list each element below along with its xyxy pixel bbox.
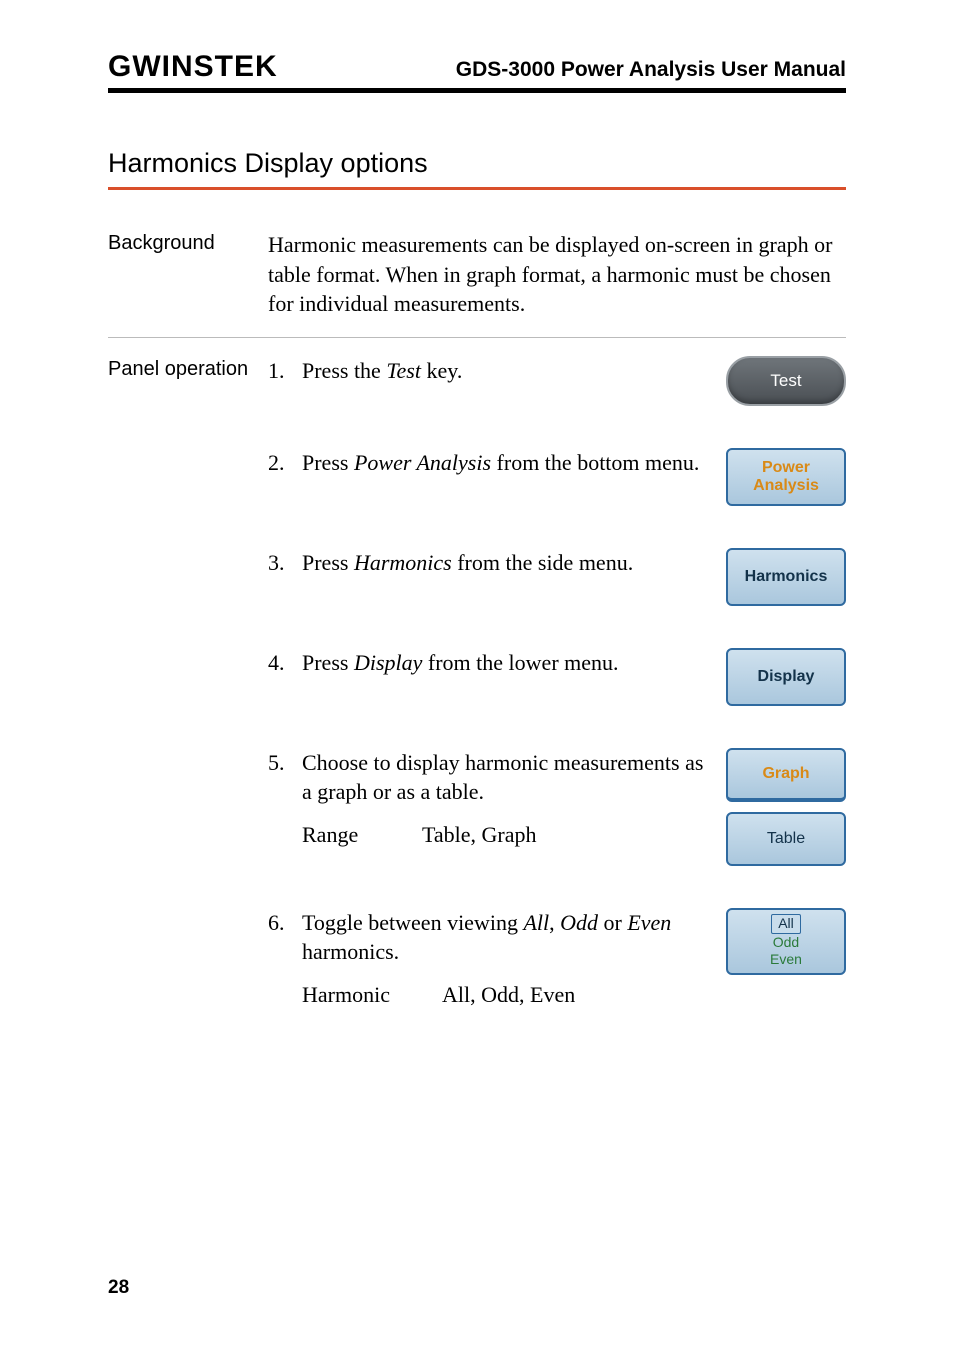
softkey-line: Table	[767, 830, 805, 848]
step-1: 1. Press the Test key. Test	[268, 356, 846, 406]
background-text: Harmonic measurements can be displayed o…	[268, 230, 846, 319]
softkey-line: Harmonics	[745, 568, 828, 586]
text-fragment: Toggle between viewing	[302, 910, 523, 935]
step-text: Press Harmonics from the side menu.	[302, 548, 718, 577]
panel-operation-content: 1. Press the Test key. Test 2. Press Pow…	[268, 356, 846, 1019]
emphasis: All	[523, 910, 549, 935]
range-label: Harmonic	[302, 980, 412, 1009]
step-text: Press Display from the lower menu.	[302, 648, 718, 677]
text-fragment: Choose to display harmonic measurements …	[302, 750, 703, 804]
emphasis: Power Analysis	[354, 450, 491, 475]
softkey-line: Analysis	[753, 477, 819, 495]
range-row: Harmonic All, Odd, Even	[302, 980, 706, 1009]
test-key-icon: Test	[726, 356, 846, 406]
step-6: 6. Toggle between viewing All, Odd or Ev…	[268, 908, 846, 1009]
page-header: GWINSTEK GDS-3000 Power Analysis User Ma…	[108, 50, 846, 93]
text-fragment: Press	[302, 450, 354, 475]
step-text: Toggle between viewing All, Odd or Even …	[302, 908, 718, 1009]
emphasis: Odd	[560, 910, 598, 935]
table-softkey-icon: Table	[726, 812, 846, 866]
step-2: 2. Press Power Analysis from the bottom …	[268, 448, 846, 506]
emphasis: Even	[627, 910, 671, 935]
brand-logo: GWINSTEK	[108, 50, 278, 84]
step-text: Press the Test key.	[302, 356, 718, 385]
power-analysis-softkey-icon: Power Analysis	[726, 448, 846, 506]
text-fragment: from the bottom menu.	[491, 450, 699, 475]
page-number: 28	[108, 1277, 129, 1299]
step-text: Choose to display harmonic measurements …	[302, 748, 718, 849]
softkey-line: Power	[753, 459, 819, 477]
step-number: 4.	[268, 648, 302, 678]
softkey-line: Display	[758, 668, 815, 686]
emphasis: Test	[386, 358, 421, 383]
step-number: 3.	[268, 548, 302, 578]
harmonics-softkey-icon: Harmonics	[726, 548, 846, 606]
emphasis: Display	[354, 650, 422, 675]
range-value: All, Odd, Even	[442, 980, 706, 1009]
section-heading: Harmonics Display options	[108, 148, 846, 190]
range-label: Range	[302, 820, 392, 849]
text-fragment: from the side menu.	[452, 550, 633, 575]
panel-operation-row: Panel operation 1. Press the Test key. T…	[108, 338, 846, 1037]
text-fragment: Press	[302, 550, 354, 575]
graph-softkey-icon: Graph	[726, 748, 846, 802]
text-fragment: ,	[549, 910, 560, 935]
softkey-line: Graph	[762, 765, 809, 783]
document-title: GDS-3000 Power Analysis User Manual	[456, 58, 846, 82]
text-fragment: harmonics.	[302, 939, 399, 964]
text-fragment: key.	[421, 358, 462, 383]
step-number: 1.	[268, 356, 302, 386]
step-number: 2.	[268, 448, 302, 478]
text-fragment: or	[598, 910, 627, 935]
text-fragment: Press	[302, 650, 354, 675]
range-value: Table, Graph	[422, 820, 706, 849]
toggle-option-selected: All	[771, 914, 801, 934]
panel-operation-label: Panel operation	[108, 356, 268, 381]
step-5: 5. Choose to display harmonic measuremen…	[268, 748, 846, 866]
toggle-option: Even	[770, 951, 802, 967]
background-label: Background	[108, 230, 268, 255]
text-fragment: Press the	[302, 358, 386, 383]
step-number: 5.	[268, 748, 302, 778]
background-row: Background Harmonic measurements can be …	[108, 230, 846, 338]
toggle-option: Odd	[773, 934, 799, 950]
all-odd-even-softkey-icon: All Odd Even	[726, 908, 846, 975]
step-3: 3. Press Harmonics from the side menu. H…	[268, 548, 846, 606]
step-number: 6.	[268, 908, 302, 938]
step-text: Press Power Analysis from the bottom men…	[302, 448, 718, 477]
range-row: Range Table, Graph	[302, 820, 706, 849]
emphasis: Harmonics	[354, 550, 452, 575]
step-4: 4. Press Display from the lower menu. Di…	[268, 648, 846, 706]
step-list: 1. Press the Test key. Test 2. Press Pow…	[268, 356, 846, 1009]
text-fragment: from the lower menu.	[422, 650, 618, 675]
display-softkey-icon: Display	[726, 648, 846, 706]
